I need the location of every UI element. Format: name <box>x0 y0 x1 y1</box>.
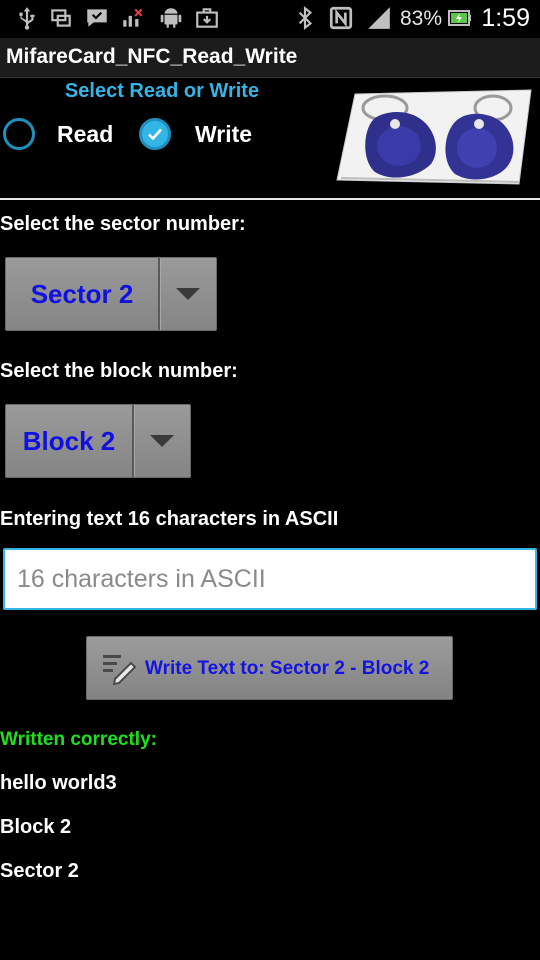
chevron-down-icon[interactable] <box>134 405 190 477</box>
write-radio[interactable] <box>139 118 171 150</box>
section-divider <box>0 198 540 200</box>
written-sector-value: Sector 2 <box>0 860 79 882</box>
write-radio-label[interactable]: Write <box>195 121 252 148</box>
written-text-value: hello world3 <box>0 772 117 794</box>
message-icon <box>84 5 110 31</box>
briefcase-download-icon <box>194 5 220 31</box>
clock: 1:59 <box>481 4 530 32</box>
write-text-button[interactable]: Write Text to: Sector 2 - Block 2 <box>86 636 453 700</box>
usb-icon <box>14 5 40 31</box>
status-bar: 83% 1:59 <box>0 0 540 38</box>
chevron-down-icon[interactable] <box>160 258 216 330</box>
block-label: Select the block number: <box>0 360 238 382</box>
edit-note-icon <box>101 651 137 686</box>
read-radio[interactable] <box>3 118 35 150</box>
android-icon <box>158 5 184 31</box>
block-spinner[interactable]: Block 2 <box>5 404 191 478</box>
write-status-text: Written correctly: <box>0 729 157 750</box>
app-title-bar: MifareCard_NFC_Read_Write <box>0 38 540 78</box>
sector-spinner-value: Sector 2 <box>30 278 134 309</box>
sector-spinner[interactable]: Sector 2 <box>5 257 217 331</box>
block-spinner-value: Block 2 <box>22 425 116 456</box>
written-block-value: Block 2 <box>0 816 72 838</box>
cell-signal-icon <box>366 5 392 31</box>
nfc-icon <box>328 5 354 31</box>
nfc-keyfob-image <box>333 88 533 188</box>
sector-label: Select the sector number: <box>0 213 246 235</box>
text-entry-label: Entering text 16 characters in ASCII <box>0 508 339 530</box>
battery-charging-icon <box>448 5 472 31</box>
app-title: MifareCard_NFC_Read_Write <box>6 45 298 68</box>
bluetooth-icon <box>292 5 318 31</box>
write-text-button-label: Write Text to: Sector 2 - Block 2 <box>145 658 430 679</box>
screen-mirror-icon <box>48 5 74 31</box>
mode-select-label: Select Read or Write <box>64 80 260 102</box>
checkmark-icon <box>148 128 162 141</box>
battery-percent: 83% <box>400 7 443 30</box>
signal-off-icon <box>120 5 146 31</box>
ascii-text-input[interactable] <box>3 548 537 610</box>
read-radio-label[interactable]: Read <box>57 121 113 148</box>
